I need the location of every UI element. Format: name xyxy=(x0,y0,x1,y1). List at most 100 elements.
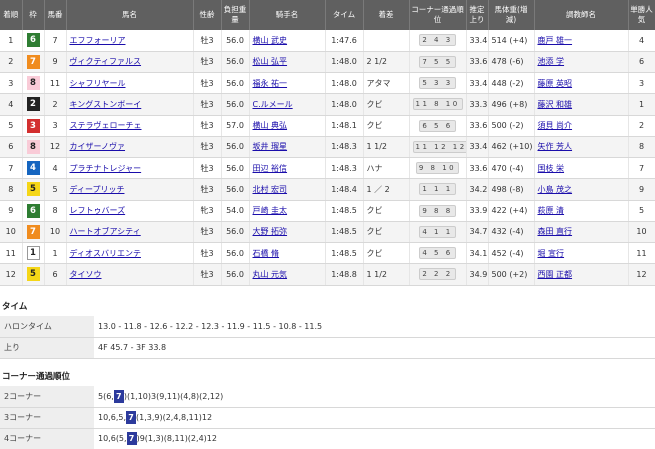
trainer-link[interactable]: 堀 宣行 xyxy=(538,249,565,258)
corner-cell: 4 1 1 xyxy=(409,221,467,244)
corner-order-pre: 10,6,5, xyxy=(98,413,126,422)
corner-cell: 5 3 3 xyxy=(409,72,467,95)
body-weight-cell: 470 (-4) xyxy=(488,157,535,180)
corner-label: 2コーナー xyxy=(0,386,94,408)
last-cell: 33.6 xyxy=(466,115,489,137)
horse-link[interactable]: カイザーノヴァ xyxy=(70,142,126,151)
trainer-link[interactable]: 矢作 芳人 xyxy=(538,142,573,151)
popularity-cell: 5 xyxy=(628,200,655,222)
frame-badge: 8 xyxy=(26,76,40,91)
jockey-link[interactable]: 戸崎 圭太 xyxy=(253,206,288,215)
corner-cell: 4 5 6 xyxy=(409,242,467,265)
header-weight: 負担重量 xyxy=(221,0,250,30)
table-row: 4 2 2 キングストンボーイ 牡3 56.0 C.ルメール 1:48.0 クビ 11 8 10 3… xyxy=(0,93,655,116)
horse-link[interactable]: タイソウ xyxy=(70,270,102,279)
jockey-link[interactable]: 石橋 脩 xyxy=(253,249,280,258)
horse-link[interactable]: ディープリッチ xyxy=(70,185,125,194)
trainer-link[interactable]: 藤原 英昭 xyxy=(538,79,573,88)
horse-link[interactable]: プラチナトレジャー xyxy=(70,164,142,173)
header-trainer: 調教師名 xyxy=(534,0,629,30)
horse-cell: プラチナトレジャー xyxy=(66,157,194,180)
horse-link[interactable]: シャフリヤール xyxy=(70,79,126,88)
popularity-cell: 1 xyxy=(628,93,655,116)
horse-cell: レフトゥバーズ xyxy=(66,200,194,222)
jockey-link[interactable]: 福永 祐一 xyxy=(253,79,288,88)
frame-badge: 7 xyxy=(26,54,40,69)
margin-cell: 1 ／ 2 xyxy=(363,178,410,201)
jockey-cell: C.ルメール xyxy=(249,93,326,116)
jockey-link[interactable]: C.ルメール xyxy=(253,100,293,109)
highlight-horse: 7 xyxy=(126,411,136,424)
corner-positions: 2 2 2 xyxy=(419,268,456,281)
horse-link[interactable]: ヴィクティファルス xyxy=(70,57,142,66)
corner-section-title: コーナー通過順位 xyxy=(2,372,71,382)
last-cell: 34.1 xyxy=(466,242,489,265)
sex-age-cell: 牡3 xyxy=(193,115,222,137)
weight-cell: 56.0 xyxy=(221,72,250,95)
rank-cell: 3 xyxy=(0,72,23,95)
jockey-link[interactable]: 松山 弘平 xyxy=(253,57,288,66)
weight-cell: 56.0 xyxy=(221,157,250,180)
corner-row: 3コーナー 10,6,5, 7 (1,3,9)(2,4,8,11)12 xyxy=(0,407,655,429)
horse-cell: ステラヴェローチェ xyxy=(66,115,194,137)
trainer-cell: 矢作 芳人 xyxy=(534,136,629,159)
jockey-cell: 福永 祐一 xyxy=(249,72,326,95)
jockey-link[interactable]: 丸山 元気 xyxy=(253,270,288,279)
corner-order-pre: 10,6(5, xyxy=(98,434,127,443)
corner-cell: 9 8 10 xyxy=(409,157,467,180)
trainer-link[interactable]: 池添 学 xyxy=(538,57,565,66)
corner-order-post: (1,3,9)(2,4,8,11)12 xyxy=(136,413,213,422)
corner-positions: 1 1 1 xyxy=(419,183,456,196)
corner-row: 4コーナー 10,6(5, 7)9(1,3)(8,11)(2,4)12 xyxy=(0,428,655,449)
trainer-link[interactable]: 藤沢 和雄 xyxy=(538,100,573,109)
trainer-link[interactable]: 萩原 清 xyxy=(538,206,565,215)
jockey-link[interactable]: 北村 宏司 xyxy=(253,185,288,194)
corner-positions: 9 8 10 xyxy=(415,162,460,175)
number-cell: 1 xyxy=(44,242,67,265)
body-weight-cell: 462 (+10) xyxy=(488,136,535,159)
last-cell: 33.6 xyxy=(466,157,489,180)
trainer-link[interactable]: 須貝 尚介 xyxy=(538,121,573,130)
horse-link[interactable]: レフトゥバーズ xyxy=(70,206,126,215)
time-cell: 1:48.0 xyxy=(325,72,364,95)
sex-age-cell: 牝3 xyxy=(193,200,222,222)
trainer-link[interactable]: 小島 茂之 xyxy=(538,185,573,194)
corner-positions: 6 5 6 xyxy=(419,119,456,132)
jockey-link[interactable]: 横山 武史 xyxy=(253,36,288,45)
corner-cell: 1 1 1 xyxy=(409,178,467,201)
sex-age-cell: 牡3 xyxy=(193,72,222,95)
time-cell: 1:48.5 xyxy=(325,200,364,222)
number-cell: 2 xyxy=(44,93,67,116)
time-cell: 1:48.3 xyxy=(325,157,364,180)
frame-badge: 5 xyxy=(26,267,40,282)
last-cell: 33.4 xyxy=(466,30,489,52)
sex-age-cell: 牡3 xyxy=(193,30,222,52)
body-weight-cell: 496 (+8) xyxy=(488,93,535,116)
jockey-link[interactable]: 大野 拓弥 xyxy=(253,227,288,236)
trainer-link[interactable]: 西園 正都 xyxy=(538,270,573,279)
frame-cell: 2 xyxy=(22,93,45,116)
horse-link[interactable]: ステラヴェローチェ xyxy=(70,121,142,130)
header-jockey: 騎手名 xyxy=(249,0,326,30)
jockey-cell: 松山 弘平 xyxy=(249,51,326,74)
table-row: 8 5 5 ディープリッチ 牡3 56.0 北村 宏司 1:48.4 1 ／ 21 1 1 34.… xyxy=(0,178,655,201)
corner-positions: 4 1 1 xyxy=(419,225,456,238)
number-cell: 12 xyxy=(44,136,67,159)
trainer-link[interactable]: 国枝 栄 xyxy=(538,164,565,173)
header-horse: 馬名 xyxy=(66,0,194,30)
jockey-link[interactable]: 坂井 瑠星 xyxy=(253,142,288,151)
horse-link[interactable]: ディオスバリエンテ xyxy=(70,249,141,258)
body-weight-cell: 514 (+4) xyxy=(488,30,535,52)
horse-link[interactable]: キングストンボーイ xyxy=(70,100,142,109)
jockey-cell: 戸崎 圭太 xyxy=(249,200,326,222)
popularity-cell: 8 xyxy=(628,136,655,159)
jockey-link[interactable]: 田辺 裕信 xyxy=(253,164,288,173)
last-cell: 34.7 xyxy=(466,221,489,244)
jockey-link[interactable]: 横山 典弘 xyxy=(253,121,288,130)
trainer-link[interactable]: 森田 直行 xyxy=(538,227,573,236)
horse-link[interactable]: ハートオブアシティ xyxy=(70,227,141,236)
trainer-link[interactable]: 鹿戸 雄一 xyxy=(538,36,573,45)
trainer-cell: 藤原 英昭 xyxy=(534,72,629,95)
horse-link[interactable]: エフフォーリア xyxy=(70,36,126,45)
jockey-cell: 石橋 脩 xyxy=(249,242,326,265)
